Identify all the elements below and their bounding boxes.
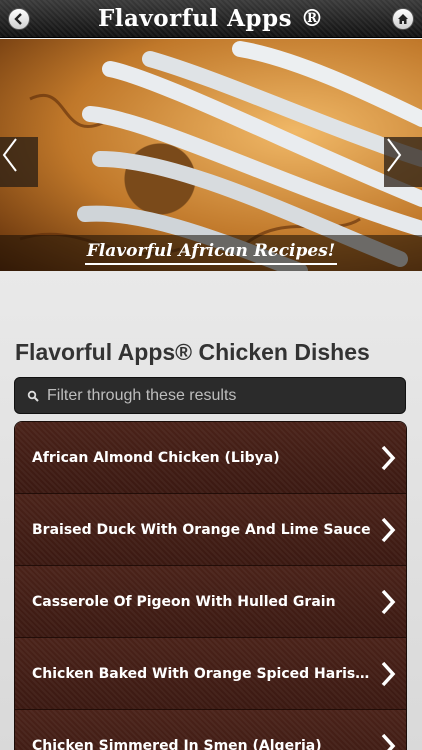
list-item-label: Casserole Of Pigeon With Hulled Grain: [32, 593, 336, 610]
chevron-right-icon: [381, 445, 396, 471]
chevron-left-icon: [2, 138, 17, 172]
slider-next-button[interactable]: [384, 137, 422, 187]
list-item-label: Chicken Simmered In Smen (Algeria): [32, 737, 322, 750]
back-button[interactable]: [8, 8, 30, 30]
search-icon: [27, 390, 39, 402]
list-item[interactable]: Braised Duck With Orange And Lime Sauce: [15, 494, 406, 566]
home-button[interactable]: [392, 8, 414, 30]
page-title: Flavorful Apps® Chicken Dishes: [15, 339, 370, 365]
list-item[interactable]: Chicken Simmered In Smen (Algeria): [15, 710, 406, 750]
filter-bar: [14, 377, 406, 414]
filter-input[interactable]: [47, 386, 387, 405]
list-item-label: African Almond Chicken (Libya): [32, 449, 280, 466]
slider-caption: Flavorful African Recipes!: [84, 241, 338, 265]
app-title: Flavorful Apps ®: [97, 5, 325, 32]
slider-prev-button[interactable]: [0, 137, 38, 187]
list-item[interactable]: Casserole Of Pigeon With Hulled Grain: [15, 566, 406, 638]
app-header: Flavorful Apps ®: [0, 0, 422, 38]
list-item[interactable]: Chicken Baked With Orange Spiced Harissa…: [15, 638, 406, 710]
image-slider: Flavorful African Recipes!: [0, 39, 422, 271]
back-icon: [14, 13, 22, 25]
slider-caption-bar: Flavorful African Recipes!: [0, 235, 422, 271]
list-item-label: Braised Duck With Orange And Lime Sauce: [32, 521, 371, 538]
chevron-right-icon: [381, 661, 396, 687]
chevron-right-icon: [381, 589, 396, 615]
chevron-right-icon: [381, 517, 396, 543]
home-icon: [398, 14, 408, 24]
recipe-list: African Almond Chicken (Libya) Braised D…: [14, 421, 407, 750]
list-item[interactable]: African Almond Chicken (Libya): [15, 422, 406, 494]
chevron-right-icon: [387, 138, 402, 172]
list-item-label: Chicken Baked With Orange Spiced Harissa…: [32, 665, 377, 682]
chevron-right-icon: [381, 733, 396, 750]
